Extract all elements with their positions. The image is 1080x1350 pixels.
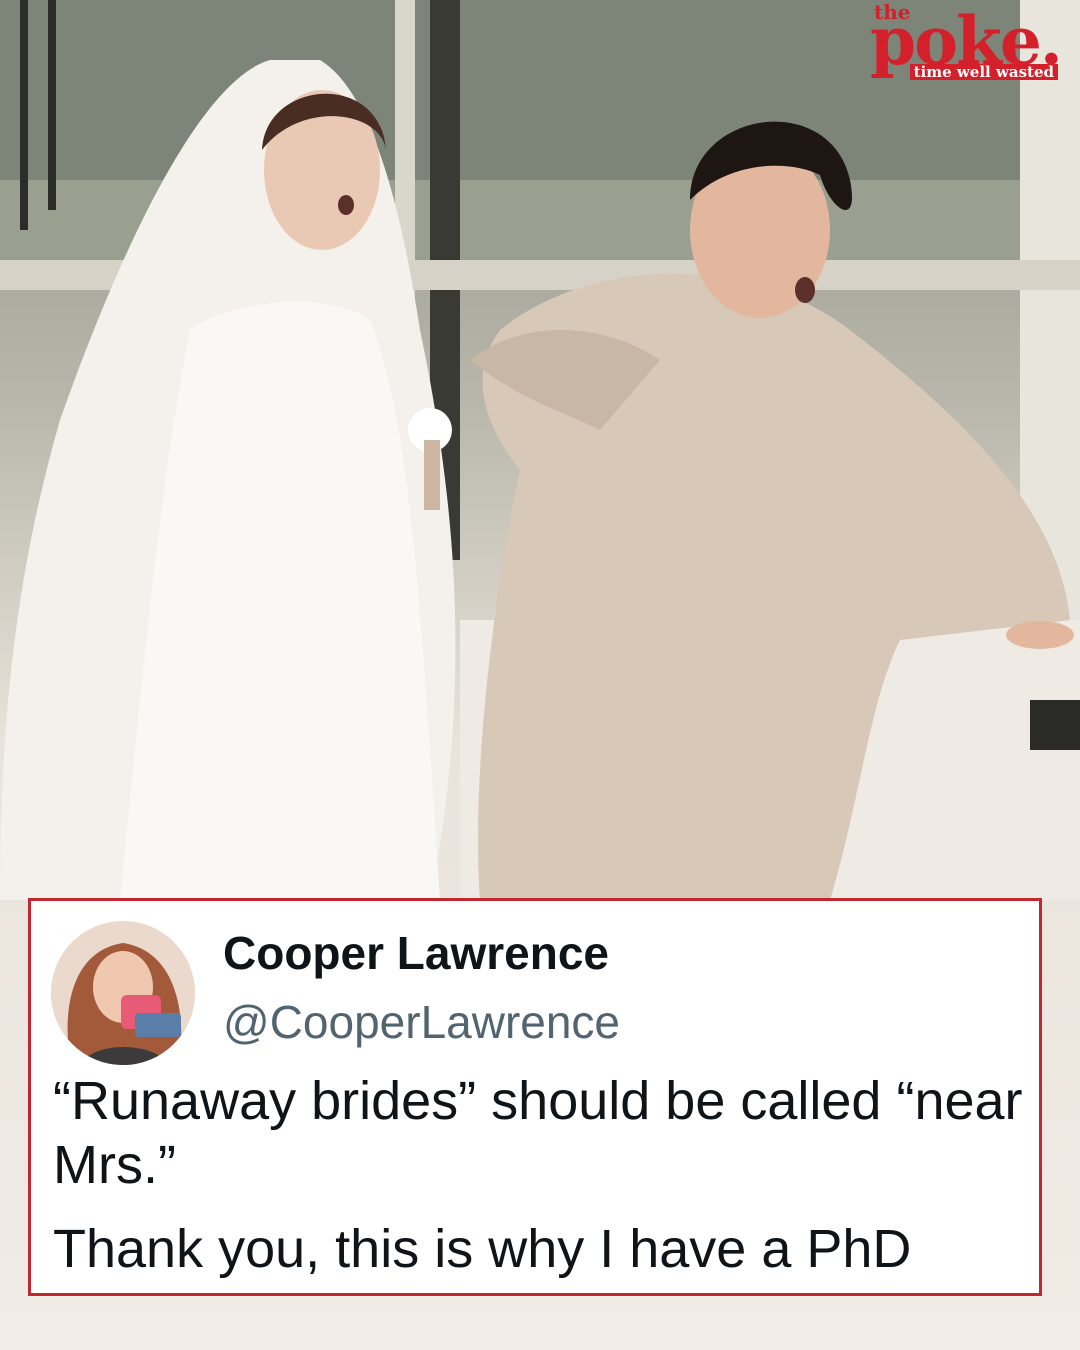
tweet-author-handle[interactable]: @CooperLawrence [223,994,620,1050]
tweet-text-line: “Runaway brides” should be called “near … [53,1071,1023,1195]
tweet-text-line: Thank you, this is why I have a PhD [53,1219,912,1279]
avatar[interactable] [51,921,195,1065]
the-poke-logo: the poke. time well wasted [870,2,1063,86]
avatar-icon [51,921,195,1065]
tweet-card: Cooper Lawrence @CooperLawrence “Runaway… [28,898,1042,1296]
tweet-author-name[interactable]: Cooper Lawrence [223,925,609,981]
tweet-text: “Runaway brides” should be called “near … [53,1069,1033,1281]
logo-tagline: time well wasted [909,64,1058,80]
